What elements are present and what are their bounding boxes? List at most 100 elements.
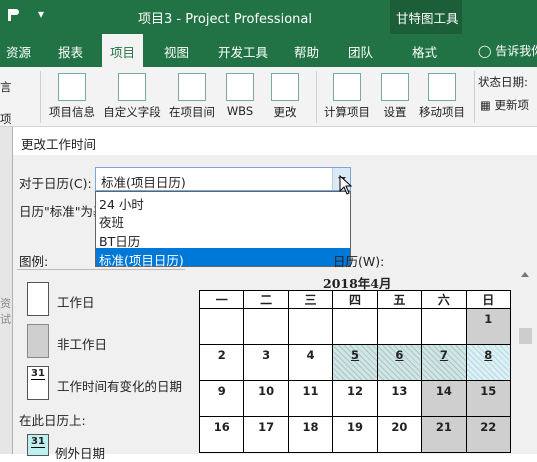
calendar-day[interactable]: 14 [421, 380, 467, 417]
set-baseline-button[interactable]: 设置 [378, 73, 412, 120]
tab-format[interactable]: 格式 [412, 42, 437, 61]
side-fragment: 资 [0, 297, 11, 310]
calendar-empty-cell [198, 308, 245, 345]
weekday-header: 三 [287, 290, 334, 309]
project-info-label: 项目信息 [49, 105, 95, 119]
tab-help[interactable]: 帮助 [294, 42, 319, 61]
ribbon-separator [474, 71, 475, 123]
ribbon-separator [40, 71, 41, 123]
mouse-cursor-icon [339, 175, 353, 195]
tab-view[interactable]: 视图 [164, 42, 189, 61]
project-info-icon [58, 73, 86, 101]
ribbon-fragment-bottom: 项 [0, 112, 12, 126]
custom-fields-icon [118, 73, 146, 101]
calendar-empty-cell [243, 308, 289, 345]
calendar-option-night-shift[interactable]: 夜班 [96, 210, 350, 230]
swatch-number: 31 [31, 436, 45, 448]
weekday-header: 六 [421, 290, 467, 309]
lightbulb-icon: ◯ [478, 44, 492, 58]
tab-resource[interactable]: 资源 [6, 42, 31, 61]
weekday-header: 二 [243, 290, 289, 309]
gantt-tools-label: 甘特图工具 [396, 11, 459, 26]
move-project-button[interactable]: 移动项目 [414, 73, 470, 120]
links-between-projects-button[interactable]: 在项目间 [164, 73, 220, 120]
legend-nonworking-day: 非工作日 [57, 337, 108, 352]
calendar-day[interactable]: 17 [243, 416, 289, 453]
status-date-label[interactable]: 状态日期: [478, 74, 528, 90]
scrollbar-thumb[interactable] [519, 328, 532, 344]
weekday-header: 四 [332, 290, 378, 309]
calendar-day[interactable]: 20 [376, 416, 423, 453]
calendar-day[interactable]: 3 [243, 344, 289, 381]
calendar-day[interactable]: 21 [421, 416, 467, 453]
calendar-option-standard[interactable]: 标准(项目日历) [96, 248, 350, 268]
ribbon: 言 项 项目信息 自定义字段 在项目间 WBS 更改 计算项目 设置 移动项目 … [0, 67, 537, 127]
tab-developer[interactable]: 开发工具 [218, 42, 268, 61]
exception-day-swatch: 31 [27, 434, 49, 456]
calendar-dropdown-list: 24 小时 夜班 BT日历 标准(项目日历) [95, 191, 351, 268]
calendar-day[interactable]: 5 [332, 344, 378, 381]
set-baseline-label: 设置 [383, 105, 407, 119]
change-working-time-dialog: 更改工作时间 对于日历(C): 标准(项目日历) 日历"标准"为基 24 小时 … [12, 127, 537, 461]
weekday-header: 一 [198, 290, 245, 309]
calendar-option-bt[interactable]: BT日历 [96, 229, 350, 249]
calendar-empty-cell [287, 308, 334, 345]
calendar-select[interactable]: 标准(项目日历) [95, 167, 351, 191]
calendar-empty-cell [421, 308, 467, 345]
calendar-scrollbar[interactable] [517, 268, 534, 454]
calendar-day[interactable]: 10 [243, 380, 289, 417]
ribbon-tabs: 资源 报表 项目 视图 开发工具 帮助 团队 格式 ◯ 告诉我你 [0, 34, 537, 67]
wbs-label: WBS [226, 104, 254, 118]
change-working-time-label: 更改 [273, 105, 297, 119]
update-project-icon: ▦ [480, 98, 495, 112]
wbs-icon [226, 73, 254, 101]
calendar-day[interactable]: 15 [465, 380, 512, 417]
legend-panel: 工作日 非工作日 31 工作时间有变化的日期 [17, 269, 185, 459]
calendar-day[interactable]: 4 [287, 344, 334, 381]
calendar-day[interactable]: 16 [198, 416, 245, 453]
project-info-button[interactable]: 项目信息 [44, 73, 100, 120]
wbs-button[interactable]: WBS [222, 73, 258, 118]
changed-day-swatch: 31 [27, 366, 49, 400]
calendar-day[interactable]: 7 [421, 344, 467, 381]
custom-fields-button[interactable]: 自定义字段 [100, 73, 164, 120]
calendar-day[interactable]: 1 [465, 308, 512, 345]
nonworking-day-swatch [27, 324, 49, 358]
calculate-project-label: 计算项目 [324, 105, 370, 119]
calendar-day[interactable]: 2 [198, 344, 245, 381]
change-working-time-icon [271, 73, 299, 101]
window-title: 项目3 - Project Professional [138, 12, 312, 27]
tab-team[interactable]: 团队 [348, 42, 373, 61]
tell-me-box[interactable]: ◯ 告诉我你 [478, 42, 537, 59]
update-project-button[interactable]: ▦ 更新项 [480, 97, 529, 113]
swatch-number: 31 [31, 368, 45, 380]
calendar-day[interactable]: 18 [287, 416, 334, 453]
scroll-up-icon[interactable] [521, 272, 529, 277]
side-fragment: 试 [0, 313, 11, 326]
ribbon-fragment-top: 言 [0, 80, 12, 94]
tab-project[interactable]: 项目 [102, 34, 144, 67]
calendar-week-row: 2345678 [198, 344, 512, 381]
calendar-empty-cell [376, 308, 423, 345]
change-working-time-button[interactable]: 更改 [262, 73, 308, 120]
calendar-week-row: 1 [198, 308, 512, 345]
ribbon-separator [316, 71, 317, 123]
custom-fields-label: 自定义字段 [103, 105, 161, 119]
calendar-day[interactable]: 8 [465, 344, 512, 381]
quick-access-dropdown-icon[interactable]: ▾ [38, 7, 44, 21]
calendar-day[interactable]: 22 [465, 416, 512, 453]
calendar-day[interactable]: 13 [376, 380, 423, 417]
calendar-day[interactable]: 6 [376, 344, 423, 381]
working-day-swatch [27, 282, 49, 316]
click-day-label: 日历(W): [333, 254, 385, 269]
calendar-day[interactable]: 11 [287, 380, 334, 417]
calendar-day[interactable]: 12 [332, 380, 378, 417]
calendar-week-row: 9 10 11 12 13 14 15 [198, 380, 512, 417]
weekday-header: 日 [465, 290, 512, 309]
calendar-option-24h[interactable]: 24 小时 [96, 192, 350, 212]
calendar-day[interactable]: 19 [332, 416, 378, 453]
tab-report[interactable]: 报表 [58, 42, 83, 61]
calculate-project-button[interactable]: 计算项目 [320, 73, 374, 120]
calendar-day[interactable]: 9 [198, 380, 245, 417]
legend-title: 图例: [19, 254, 49, 269]
